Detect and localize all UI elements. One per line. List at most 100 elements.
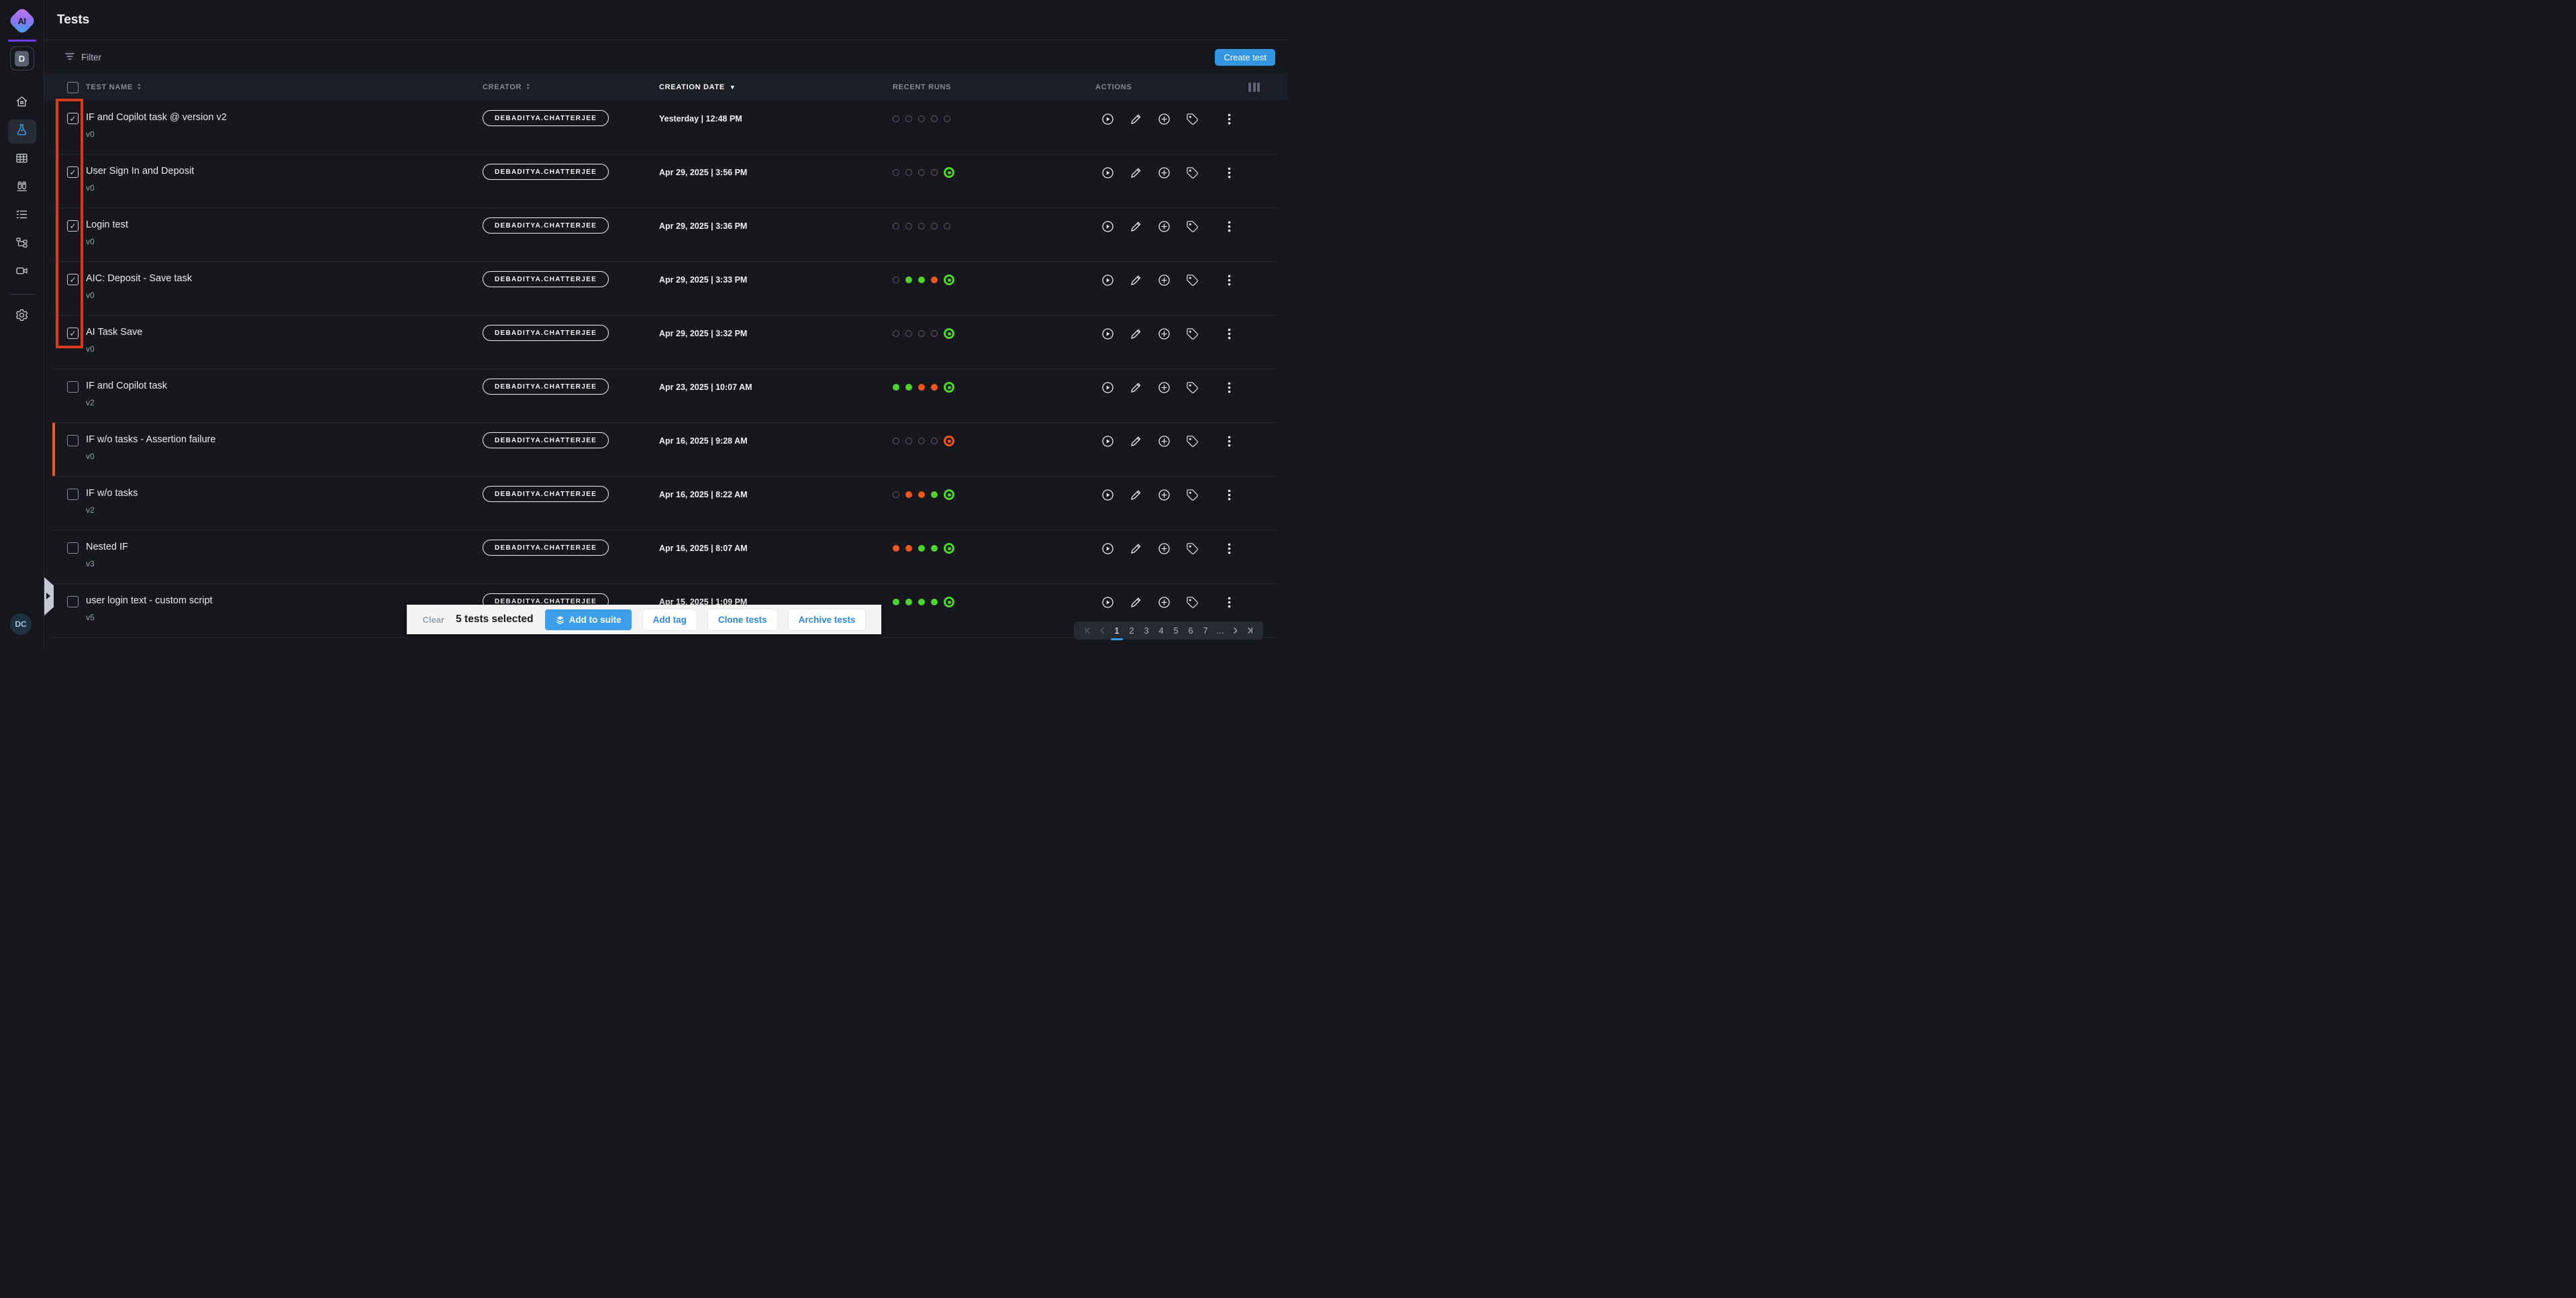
run-button[interactable] <box>1101 488 1115 502</box>
more-button[interactable] <box>1222 595 1228 609</box>
add-to-suite-button[interactable] <box>1157 488 1171 502</box>
run-status-dot-green[interactable] <box>905 599 912 605</box>
add-to-suite-button[interactable]: Add to suite <box>545 609 632 630</box>
run-status-dot-orange-ring[interactable] <box>944 436 954 446</box>
clear-selection-button[interactable]: Clear <box>423 615 445 625</box>
run-status-dot-green-ring[interactable] <box>944 489 954 500</box>
add-to-suite-button[interactable] <box>1157 273 1171 287</box>
more-button[interactable] <box>1222 273 1228 287</box>
tag-button[interactable] <box>1185 595 1199 609</box>
tag-button[interactable] <box>1185 327 1199 341</box>
run-status-dot-green[interactable] <box>918 599 925 605</box>
page-button-7[interactable]: 7 <box>1199 621 1212 640</box>
add-tag-button[interactable]: Add tag <box>643 609 697 630</box>
tag-button[interactable] <box>1185 381 1199 395</box>
table-row[interactable]: ✓Login testv0DEBADITYA.CHATTERJEEApr 29,… <box>44 208 1288 262</box>
edit-button[interactable] <box>1129 542 1143 556</box>
row-checkbox[interactable] <box>67 489 79 500</box>
run-status-dot-green[interactable] <box>918 545 925 552</box>
run-status-dot-orange[interactable] <box>905 491 912 498</box>
run-status-dot-orange[interactable] <box>931 384 938 391</box>
sidebar-item-checklist[interactable] <box>8 204 36 228</box>
test-name[interactable]: IF w/o tasks <box>86 488 483 499</box>
run-status-dot-green-ring[interactable] <box>944 382 954 393</box>
page-button-3[interactable]: 3 <box>1140 621 1153 640</box>
table-row[interactable]: IF w/o tasksv2DEBADITYA.CHATTERJEEApr 16… <box>44 477 1288 530</box>
sidebar-item-test-tubes[interactable] <box>8 176 36 200</box>
sidebar-item-home[interactable] <box>8 91 36 115</box>
add-to-suite-button[interactable] <box>1157 112 1171 126</box>
run-status-dot-orange[interactable] <box>905 545 912 552</box>
edit-button[interactable] <box>1129 434 1143 448</box>
edit-button[interactable] <box>1129 219 1143 234</box>
run-status-dot-green-ring[interactable] <box>944 597 954 607</box>
tag-button[interactable] <box>1185 542 1199 556</box>
row-checkbox[interactable] <box>67 435 79 446</box>
run-button[interactable] <box>1101 219 1115 234</box>
workspace-avatar[interactable]: D <box>10 46 34 70</box>
test-name[interactable]: IF and Copilot task @ version v2 <box>86 112 483 123</box>
run-status-dot-green[interactable] <box>893 384 899 391</box>
select-all-checkbox[interactable] <box>67 82 79 93</box>
row-checkbox[interactable]: ✓ <box>67 113 79 124</box>
run-status-dot-green-ring[interactable] <box>944 167 954 178</box>
add-to-suite-button[interactable] <box>1157 434 1171 448</box>
first-page-button[interactable] <box>1081 621 1094 640</box>
row-checkbox[interactable]: ✓ <box>67 328 79 339</box>
add-to-suite-button[interactable] <box>1157 166 1171 180</box>
test-name[interactable]: Nested IF <box>86 542 483 552</box>
more-button[interactable] <box>1222 434 1228 448</box>
add-to-suite-button[interactable] <box>1157 327 1171 341</box>
run-button[interactable] <box>1101 542 1115 556</box>
edit-button[interactable] <box>1129 381 1143 395</box>
row-checkbox[interactable] <box>67 542 79 554</box>
column-header-test-name[interactable]: TEST NAME ▲▼ <box>86 83 483 91</box>
page-button-1[interactable]: 1 <box>1110 621 1124 640</box>
test-name[interactable]: IF w/o tasks - Assertion failure <box>86 434 483 445</box>
table-row[interactable]: IF and Copilot taskv2DEBADITYA.CHATTERJE… <box>44 369 1288 423</box>
sidebar-item-settings[interactable] <box>8 305 36 329</box>
edit-button[interactable] <box>1129 595 1143 609</box>
table-row[interactable]: ✓AIC: Deposit - Save taskv0DEBADITYA.CHA… <box>44 262 1288 315</box>
table-row[interactable]: IF w/o tasks - Assertion failurev0DEBADI… <box>44 423 1288 477</box>
add-to-suite-button[interactable] <box>1157 381 1171 395</box>
table-row[interactable]: ✓User Sign In and Depositv0DEBADITYA.CHA… <box>44 154 1288 208</box>
more-button[interactable] <box>1222 327 1228 341</box>
page-button-2[interactable]: 2 <box>1125 621 1138 640</box>
test-name[interactable]: User Sign In and Deposit <box>86 166 483 177</box>
run-status-dot-orange[interactable] <box>918 491 925 498</box>
page-button-5[interactable]: 5 <box>1169 621 1183 640</box>
run-button[interactable] <box>1101 434 1115 448</box>
row-checkbox[interactable]: ✓ <box>67 274 79 285</box>
page-button-4[interactable]: 4 <box>1154 621 1168 640</box>
more-button[interactable] <box>1222 381 1228 395</box>
edit-button[interactable] <box>1129 166 1143 180</box>
tag-button[interactable] <box>1185 273 1199 287</box>
filter-button[interactable]: Filter <box>64 51 101 64</box>
column-header-creator[interactable]: CREATOR ▲▼ <box>483 83 659 91</box>
row-checkbox[interactable] <box>67 596 79 607</box>
run-status-dot-orange[interactable] <box>893 545 899 552</box>
tag-button[interactable] <box>1185 166 1199 180</box>
run-button[interactable] <box>1101 595 1115 609</box>
edit-button[interactable] <box>1129 273 1143 287</box>
row-checkbox[interactable]: ✓ <box>67 166 79 178</box>
more-button[interactable] <box>1222 219 1228 234</box>
edit-button[interactable] <box>1129 327 1143 341</box>
run-button[interactable] <box>1101 327 1115 341</box>
more-button[interactable] <box>1222 488 1228 502</box>
user-avatar[interactable]: DC <box>10 613 32 635</box>
run-button[interactable] <box>1101 166 1115 180</box>
run-status-dot-green[interactable] <box>893 599 899 605</box>
sidebar-item-data-tables[interactable] <box>8 148 36 172</box>
sidebar-item-flow-tree[interactable] <box>8 232 36 256</box>
table-row[interactable]: ✓IF and Copilot task @ version v2v0DEBAD… <box>44 101 1288 154</box>
run-status-dot-green[interactable] <box>905 384 912 391</box>
column-header-creation-date[interactable]: CREATION DATE ▼ <box>659 83 893 91</box>
tag-button[interactable] <box>1185 434 1199 448</box>
tag-button[interactable] <box>1185 112 1199 126</box>
tag-button[interactable] <box>1185 219 1199 234</box>
add-to-suite-button[interactable] <box>1157 542 1171 556</box>
run-status-dot-green-ring[interactable] <box>944 543 954 554</box>
sidebar-item-recordings[interactable] <box>8 260 36 285</box>
